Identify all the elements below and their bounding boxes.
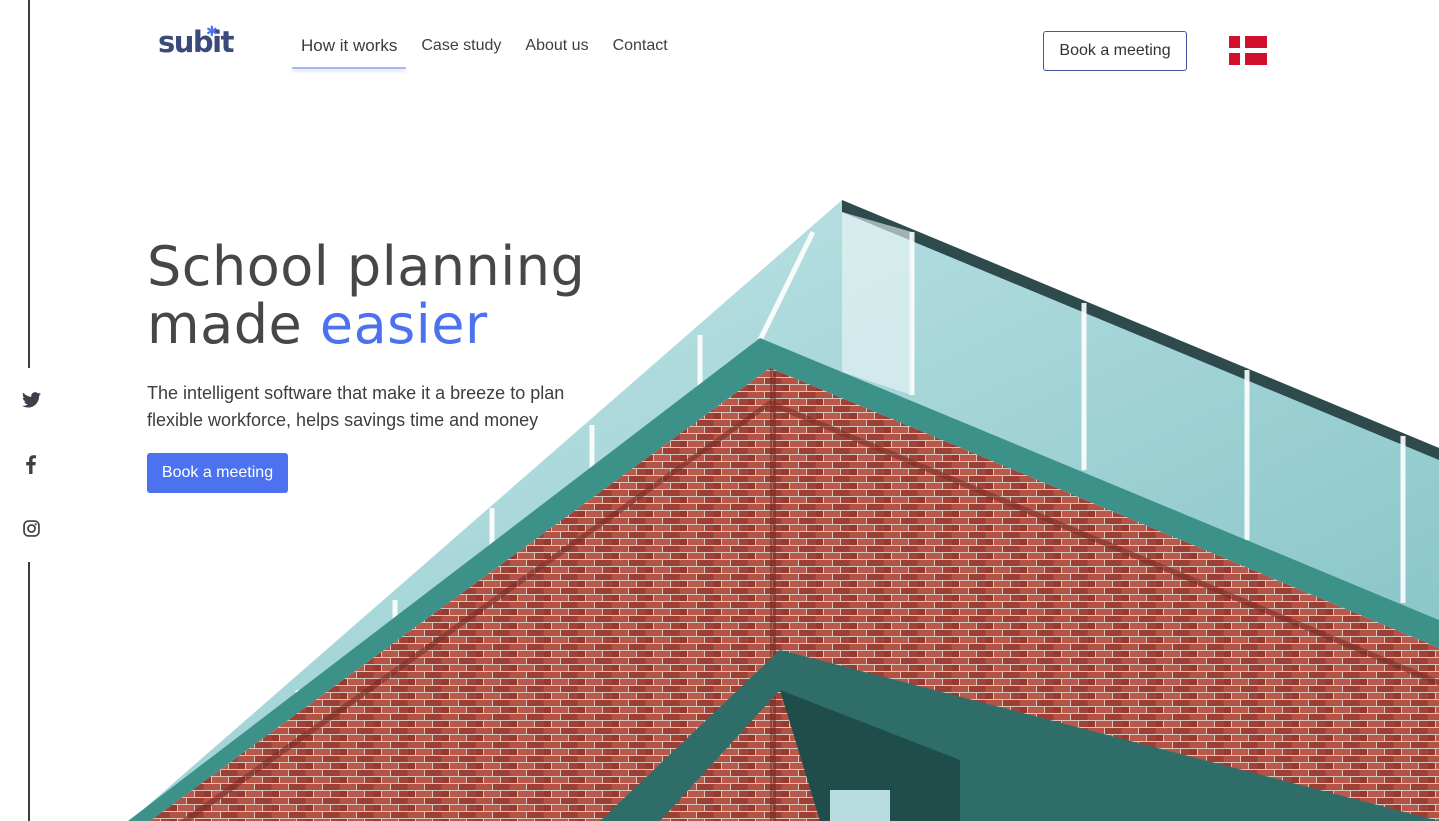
headline-accent-word: easier: [319, 293, 488, 356]
logo-star-icon: ✱: [206, 24, 218, 40]
facebook-icon[interactable]: [20, 453, 42, 475]
flag-cross-horizontal: [1229, 48, 1267, 53]
header-book-meeting-button[interactable]: Book a meeting: [1043, 31, 1187, 71]
headline-line-1: School planning: [147, 235, 586, 298]
subit-logo[interactable]: subit ✱: [158, 24, 234, 60]
flag-cross-vertical: [1240, 36, 1245, 65]
headline-line-2-prefix: made: [147, 293, 320, 356]
hero-book-meeting-button[interactable]: Book a meeting: [147, 453, 288, 493]
nav-case-study[interactable]: Case study: [421, 33, 501, 69]
hero-subtext: The intelligent software that make it a …: [147, 383, 565, 430]
hero-headline: School planning made easier: [147, 238, 585, 354]
social-rail-line-top: [28, 0, 30, 368]
logo-text: subit: [158, 25, 234, 59]
danish-flag-icon[interactable]: [1229, 36, 1267, 65]
nav-how-it-works[interactable]: How it works: [292, 33, 407, 69]
nav-contact[interactable]: Contact: [613, 33, 668, 69]
main-nav: How it works Case study About us Contact: [292, 33, 668, 69]
instagram-icon[interactable]: [20, 517, 42, 539]
nav-about-us[interactable]: About us: [525, 33, 588, 69]
twitter-icon[interactable]: [20, 389, 42, 411]
social-rail-line-bottom: [28, 562, 30, 821]
